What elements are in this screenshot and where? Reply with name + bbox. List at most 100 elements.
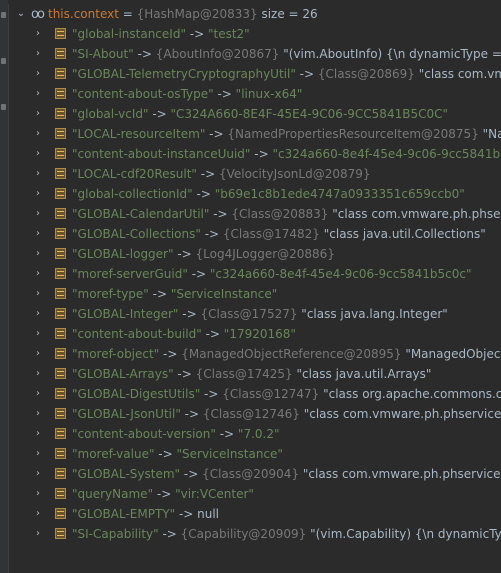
entry-arrow: -> — [209, 207, 232, 221]
collapse-arrow-icon[interactable]: › — [33, 404, 43, 424]
collapse-arrow-icon[interactable]: › — [33, 204, 43, 224]
tree-entry-row[interactable]: › "queryName" -> "vir:VCenter" — [8, 484, 501, 504]
tree-entry-row[interactable]: › "content-about-build" -> "17920168" — [8, 324, 501, 344]
tree-entry-row[interactable]: › "moref-serverGuid" -> "c324a660-8e4f-45… — [8, 264, 501, 284]
collapse-arrow-icon[interactable]: › — [33, 344, 43, 364]
entry-arrow: -> — [187, 267, 210, 281]
entry-text: "GLOBAL-EMPTY" -> null — [72, 504, 219, 524]
map-entry-icon — [55, 488, 66, 499]
collapse-arrow-icon[interactable]: › — [33, 24, 43, 44]
tree-entry-row[interactable]: › "content-about-osType" -> "linux-x64" — [8, 84, 501, 104]
entry-ref: {ManagedObjectReference@20895} — [181, 347, 406, 361]
tree-entry-row[interactable]: › "GLOBAL-Integer" -> {Class@17527} "clas… — [8, 304, 501, 324]
collapse-arrow-icon[interactable]: › — [33, 304, 43, 324]
variables-tree[interactable]: ⌄ oo this.context = {HashMap@20833} size… — [8, 4, 501, 573]
collapse-arrow-icon[interactable]: › — [33, 444, 43, 464]
collapse-arrow-icon[interactable]: › — [33, 324, 43, 344]
collapse-arrow-icon[interactable]: › — [33, 364, 43, 384]
tree-entry-row[interactable]: › "LOCAL-cdf20Result" -> {VelocityJsonLd@… — [8, 164, 501, 184]
entry-arrow: -> — [200, 387, 223, 401]
tree-root-row[interactable]: ⌄ oo this.context = {HashMap@20833} size… — [8, 4, 501, 24]
entry-value: "linux-x64" — [235, 87, 303, 101]
map-entry-icon — [55, 188, 66, 199]
entry-value: "c324a660-8e4f-45e4-9c06-9cc5841b5c0c" — [272, 147, 501, 161]
entry-text: "global-vcId" -> "C324A660-8E4F-45E4-9C0… — [72, 104, 448, 124]
map-entry-icon — [55, 88, 66, 99]
collapse-arrow-icon[interactable]: › — [33, 284, 43, 304]
collapse-arrow-icon[interactable]: › — [33, 64, 43, 84]
collapse-arrow-icon[interactable]: › — [33, 124, 43, 144]
entry-arrow: -> — [180, 407, 203, 421]
tree-entry-row[interactable]: › "GLOBAL-EMPTY" -> null — [8, 504, 501, 524]
entry-ref: {VelocityJsonLd@20879} — [218, 167, 371, 181]
tree-entry-row[interactable]: › "GLOBAL-JsonUtil" -> {Class@12746} "cla… — [8, 404, 501, 424]
collapse-arrow-icon[interactable]: › — [33, 104, 43, 124]
collapse-arrow-icon[interactable]: › — [33, 144, 43, 164]
tree-entry-row[interactable]: › "moref-type" -> "ServiceInstance" — [8, 284, 501, 304]
map-entry-icon — [55, 328, 66, 339]
tree-entry-row[interactable]: › "LOCAL-resourceItem" -> {NamedPropertie… — [8, 124, 501, 144]
entry-value: "class org.apache.commons.codec.digest.D… — [323, 387, 501, 401]
collapse-arrow-icon[interactable]: › — [33, 44, 43, 64]
tree-entry-row[interactable]: › "content-about-instanceUuid" -> "c324a6… — [8, 144, 501, 164]
tree-entry-row[interactable]: › "GLOBAL-Arrays" -> {Class@17425} "class… — [8, 364, 501, 384]
entry-key: "LOCAL-cdf20Result" — [72, 167, 197, 181]
entry-text: "LOCAL-cdf20Result" -> {VelocityJsonLd@2… — [72, 164, 371, 184]
tree-entry-row[interactable]: › "GLOBAL-DigestUtils" -> {Class@12747} "… — [8, 384, 501, 404]
map-entry-icon — [55, 28, 66, 39]
tree-entry-row[interactable]: › "global-collectionId" -> "b69e1c8b1ede4… — [8, 184, 501, 204]
collapse-arrow-icon[interactable]: › — [33, 184, 43, 204]
tree-entry-row[interactable]: › "GLOBAL-System" -> {Class@20904} "class… — [8, 464, 501, 484]
collapse-arrow-icon[interactable]: › — [33, 224, 43, 244]
collapse-arrow-icon[interactable]: › — [33, 264, 43, 284]
map-entry-icon — [55, 228, 66, 239]
collapse-arrow-icon[interactable]: › — [33, 84, 43, 104]
map-entry-icon — [55, 408, 66, 419]
tree-entry-row[interactable]: › "global-vcId" -> "C324A660-8E4F-45E4-9C… — [8, 104, 501, 124]
entry-key: "GLOBAL-Arrays" — [72, 367, 174, 381]
entry-value: "(vim.Capability) {\n dynamicType = null… — [310, 527, 501, 541]
entry-arrow: -> — [159, 347, 182, 361]
entry-value: null — [197, 507, 220, 521]
tree-entry-row[interactable]: › "global-instanceId" -> "test2" — [8, 24, 501, 44]
watch-glasses-icon: oo — [31, 7, 45, 22]
map-entry-icon — [55, 348, 66, 359]
tree-entry-row[interactable]: › "content-about-version" -> "7.0.2" — [8, 424, 501, 444]
map-entry-icon — [55, 268, 66, 279]
expand-arrow-icon[interactable]: ⌄ — [16, 4, 26, 24]
collapse-arrow-icon[interactable]: › — [33, 244, 43, 264]
entry-text: "content-about-instanceUuid" -> "c324a66… — [72, 144, 501, 164]
entry-text: "content-about-osType" -> "linux-x64" — [72, 84, 302, 104]
entry-key: "content-about-osType" — [72, 87, 214, 101]
entry-arrow: -> — [250, 147, 273, 161]
entry-text: "GLOBAL-TelemetryCryptographyUtil" -> {C… — [72, 64, 501, 84]
collapse-arrow-icon[interactable]: › — [33, 464, 43, 484]
collapse-arrow-icon[interactable]: › — [33, 424, 43, 444]
entry-value: "class java.util.Collections" — [323, 227, 486, 241]
entry-arrow: -> — [133, 47, 156, 61]
entry-text: "moref-type" -> "ServiceInstance" — [72, 284, 277, 304]
map-entry-icon — [55, 528, 66, 539]
entry-key: "GLOBAL-TelemetryCryptographyUtil" — [72, 67, 296, 81]
collapse-arrow-icon[interactable]: › — [33, 164, 43, 184]
tree-entry-row[interactable]: › "GLOBAL-Collections" -> {Class@17482} "… — [8, 224, 501, 244]
collapse-arrow-icon[interactable]: › — [33, 484, 43, 504]
entry-text: "moref-object" -> {ManagedObjectReferenc… — [72, 344, 501, 364]
map-entry-icon — [55, 448, 66, 459]
tree-entry-row[interactable]: › "SI-About" -> {AboutInfo@20867} "(vim.A… — [8, 44, 501, 64]
collapse-arrow-icon[interactable]: › — [33, 384, 43, 404]
tree-entry-row[interactable]: › "GLOBAL-TelemetryCryptographyUtil" -> {… — [8, 64, 501, 84]
tree-entry-row[interactable]: › "SI-Capability" -> {Capability@20909} "… — [8, 524, 501, 544]
entry-key: "moref-object" — [72, 347, 160, 361]
tree-entry-row[interactable]: › "GLOBAL-logger" -> {Log4JLogger@20886} — [8, 244, 501, 264]
tree-entry-row[interactable]: › "moref-value" -> "ServiceInstance" — [8, 444, 501, 464]
entry-value: "NamedPropertie — [482, 127, 501, 141]
tree-entry-row[interactable]: › "moref-object" -> {ManagedObjectReferen… — [8, 344, 501, 364]
tree-entry-row[interactable]: › "GLOBAL-CalendarUtil" -> {Class@20883} … — [8, 204, 501, 224]
entry-value: "C324A660-8E4F-45E4-9C06-9CC5841B5C0C" — [170, 107, 448, 121]
entry-arrow: -> — [148, 107, 171, 121]
collapse-arrow-icon[interactable]: › — [33, 504, 43, 524]
root-eq: = — [118, 7, 137, 21]
collapse-arrow-icon[interactable]: › — [33, 524, 43, 544]
entry-key: "global-vcId" — [72, 107, 149, 121]
